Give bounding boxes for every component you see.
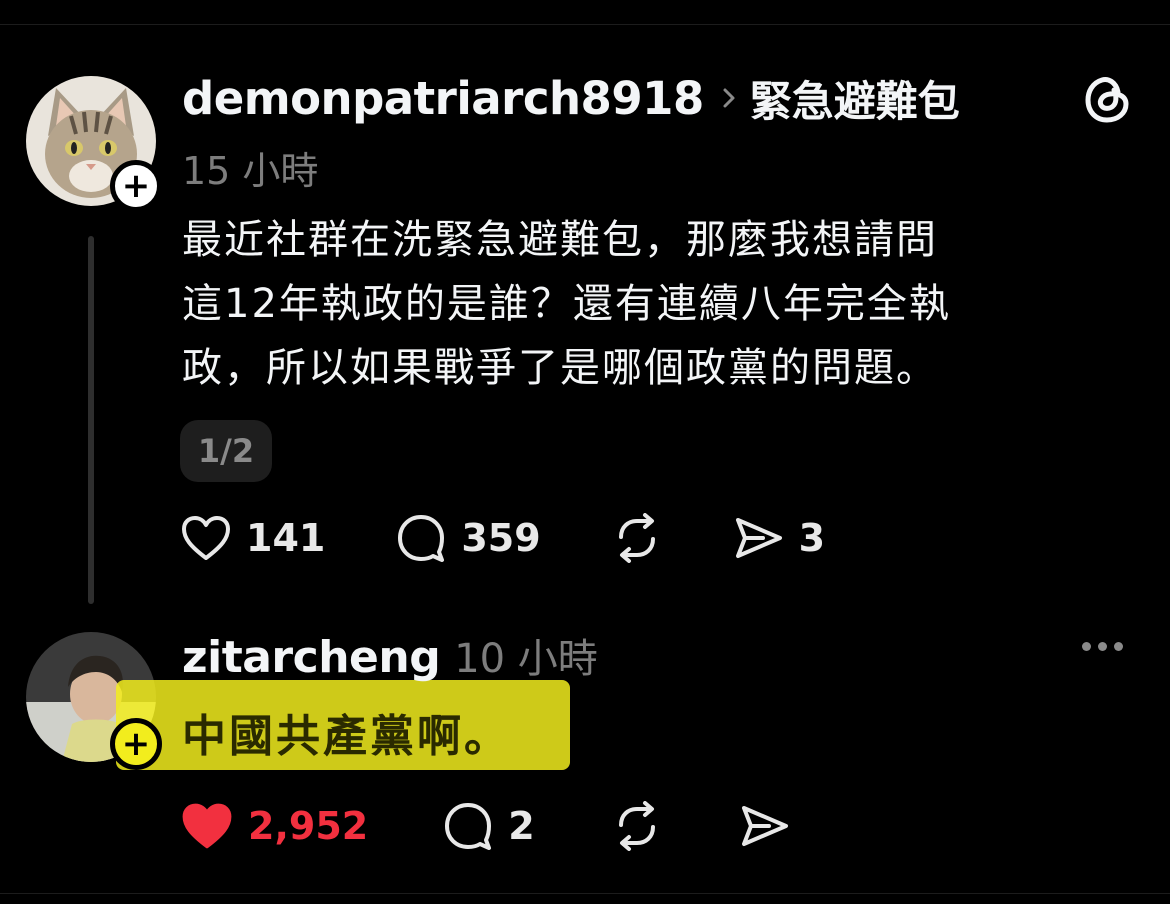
comment-button[interactable]: 359 <box>395 512 541 564</box>
like-button[interactable]: 141 <box>180 514 325 562</box>
dot <box>1082 642 1091 651</box>
post-header: demonpatriarch8918 緊急避難包 <box>182 66 960 130</box>
post-body-line: 這12年執政的是誰？還有連續八年完全執 <box>182 281 951 327</box>
share-icon <box>741 806 788 846</box>
repost-icon <box>618 801 655 851</box>
comment-icon <box>398 515 445 562</box>
more-icon[interactable] <box>1082 642 1123 651</box>
like-count: 2,952 <box>248 804 369 848</box>
reply-timestamp: 10 小時 <box>454 636 598 682</box>
like-button[interactable]: 2,952 <box>180 801 368 851</box>
post-topic[interactable]: 緊急避難包 <box>750 68 960 129</box>
post-timestamp: 15 小時 <box>182 149 319 193</box>
comment-button[interactable]: 2 <box>442 800 535 852</box>
page-indicator[interactable]: 1/2 <box>180 420 272 482</box>
like-count: 141 <box>246 516 326 560</box>
comment-count: 2 <box>508 804 535 848</box>
chevron-right-icon <box>722 87 736 109</box>
top-divider <box>0 24 1170 25</box>
post-body: 最近社群在洗緊急避難包，那麼我想請問 這12年執政的是誰？還有連續八年完全執 政… <box>182 208 1142 400</box>
share-icon <box>735 518 782 558</box>
post-actions: 141 359 3 <box>180 512 895 564</box>
post-body-line: 最近社群在洗緊急避難包，那麼我想請問 <box>182 217 938 263</box>
reply-actions: 2,952 2 <box>180 800 861 852</box>
dot <box>1098 642 1107 651</box>
comment-icon <box>445 803 492 850</box>
repost-icon <box>618 513 655 563</box>
share-button[interactable]: 3 <box>733 515 825 561</box>
threads-icon[interactable] <box>1080 72 1134 126</box>
follow-plus-icon[interactable]: + <box>110 160 162 212</box>
reply-body: 中國共產黨啊。 <box>182 711 511 762</box>
thread-connector-line <box>88 236 94 604</box>
reply-header: zitarcheng 10 小時 <box>182 626 598 686</box>
heart-filled-icon <box>182 803 232 849</box>
share-count: 3 <box>798 516 826 560</box>
follow-plus-icon[interactable]: + <box>110 718 162 770</box>
post-body-line: 政，所以如果戰爭了是哪個政黨的問題。 <box>182 345 938 391</box>
share-button[interactable] <box>739 803 791 849</box>
bottom-divider <box>0 893 1170 894</box>
heart-icon <box>182 516 230 560</box>
reply-username[interactable]: zitarcheng <box>182 632 441 683</box>
repost-button[interactable] <box>611 801 663 851</box>
repost-button[interactable] <box>611 513 663 563</box>
post-username[interactable]: demonpatriarch8918 <box>182 72 704 125</box>
comment-count: 359 <box>461 516 541 560</box>
dot <box>1114 642 1123 651</box>
